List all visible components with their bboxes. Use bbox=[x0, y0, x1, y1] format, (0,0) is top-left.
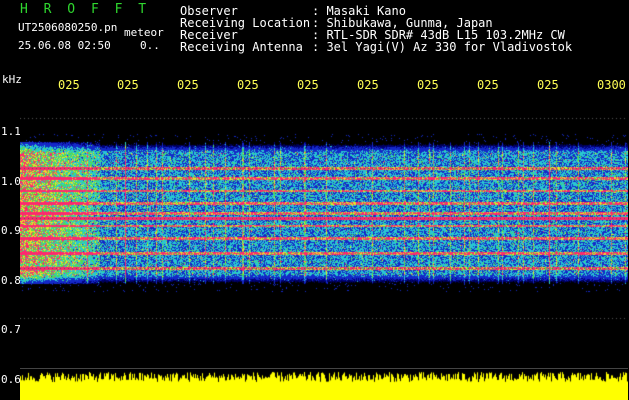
x-tick-label: 025 bbox=[58, 78, 80, 92]
amplitude-strip bbox=[20, 369, 628, 400]
x-tick-label: 025 bbox=[537, 78, 559, 92]
antenna-value: : 3el Yagi(V) Az 330 for Vladivostok bbox=[312, 40, 573, 54]
y-tick-label: 0.9 bbox=[1, 224, 21, 237]
y-tick-label: 1.1 bbox=[1, 125, 21, 138]
meteor-label: meteor bbox=[124, 26, 164, 39]
x-tick-label: 025 bbox=[117, 78, 139, 92]
x-tick-label: 025 bbox=[477, 78, 499, 92]
y-tick-label: 1.0 bbox=[1, 175, 21, 188]
x-tick-label: 025 bbox=[357, 78, 379, 92]
x-tick-label: 025 bbox=[177, 78, 199, 92]
y-tick-label: 0.8 bbox=[1, 274, 21, 287]
x-tick-label: 025 bbox=[237, 78, 259, 92]
app-title: H R O F F T bbox=[20, 2, 151, 17]
datetime-label: 25.06.08 02:50 bbox=[18, 39, 111, 52]
x-tick-label: 025 bbox=[297, 78, 319, 92]
unit-label: kHz bbox=[2, 73, 22, 86]
x-tick-label: 0300 bbox=[597, 78, 626, 92]
filename-label: UT2506080250.pn bbox=[18, 21, 118, 34]
spectrogram-canvas bbox=[20, 98, 628, 368]
antenna-label: Receiving Antenna bbox=[180, 40, 303, 54]
count-label: 0.. bbox=[140, 39, 160, 52]
y-tick-label: 0.7 bbox=[1, 323, 21, 336]
x-tick-label: 025 bbox=[417, 78, 439, 92]
y-tick-label: 0.6 bbox=[1, 373, 21, 386]
